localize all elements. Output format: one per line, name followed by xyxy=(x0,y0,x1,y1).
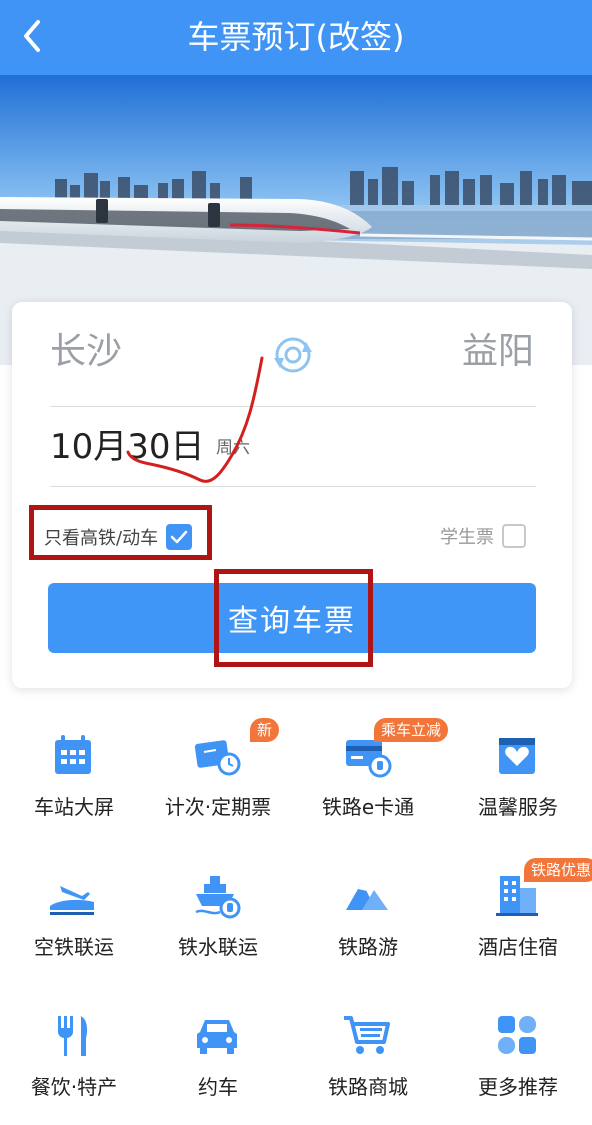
divider xyxy=(50,406,536,407)
service-label: 空铁联运 xyxy=(34,935,114,959)
swap-icon xyxy=(274,337,312,373)
fork-knife-icon xyxy=(58,1016,88,1056)
service-label: 酒店住宿 xyxy=(478,935,558,959)
ticket-clock-icon xyxy=(194,740,241,776)
service-station-screen[interactable]: 车站大屏 xyxy=(0,700,148,830)
more-grid-icon xyxy=(498,1016,536,1054)
service-sea-rail[interactable]: 铁水联运 xyxy=(144,840,292,970)
ship-train-icon xyxy=(195,876,241,919)
red-highlight-box xyxy=(214,569,373,667)
heart-service-icon xyxy=(499,738,535,774)
service-rail-travel[interactable]: 铁路游 xyxy=(294,840,442,970)
red-highlight-box xyxy=(29,505,212,560)
service-label: 更多推荐 xyxy=(478,1075,558,1099)
student-ticket-checkbox[interactable] xyxy=(502,524,526,548)
service-label: 铁路游 xyxy=(338,935,398,959)
service-label: 铁路商城 xyxy=(328,1075,408,1099)
service-rail-mall[interactable]: 铁路商城 xyxy=(294,980,442,1110)
plane-train-icon xyxy=(50,886,94,915)
ride-discount-badge: 乘车立减 xyxy=(374,718,449,742)
service-label: 计次·定期票 xyxy=(164,795,272,819)
car-icon xyxy=(197,1020,237,1054)
service-label: 铁路e卡通 xyxy=(321,795,415,819)
service-hotel[interactable]: 酒店住宿 铁路优惠 xyxy=(444,840,592,970)
shopping-cart-icon xyxy=(344,1016,390,1054)
departure-date[interactable]: 10月30日 xyxy=(50,424,205,470)
new-badge: 新 xyxy=(250,718,280,742)
service-periodic-ticket[interactable]: 计次·定期票 新 xyxy=(144,700,292,830)
service-care[interactable]: 温馨服务 xyxy=(444,700,592,830)
service-car-hailing[interactable]: 约车 xyxy=(144,980,292,1110)
departure-station[interactable]: 长沙 xyxy=(50,328,122,376)
mountain-icon xyxy=(346,882,388,910)
page-title: 车票预订(改签) xyxy=(187,18,405,56)
service-rail-ecard[interactable]: 铁路e卡通 乘车立减 xyxy=(294,700,449,830)
swap-stations-button[interactable] xyxy=(270,332,316,378)
arrival-station[interactable]: 益阳 xyxy=(462,328,534,376)
service-food[interactable]: 餐饮·特产 xyxy=(0,980,148,1110)
services-grid: 车站大屏 计次·定期票 新 铁路e卡通 乘车立减 温馨服务 空铁联运 铁水联运 … xyxy=(0,700,592,1125)
service-label: 铁水联运 xyxy=(178,935,258,959)
service-air-rail[interactable]: 空铁联运 xyxy=(0,840,148,970)
calendar-grid-icon xyxy=(55,735,91,774)
service-label: 约车 xyxy=(198,1075,238,1099)
service-more[interactable]: 更多推荐 xyxy=(444,980,592,1110)
weekday-label: 周六 xyxy=(216,438,250,458)
student-ticket-label: 学生票 xyxy=(440,527,494,548)
rail-discount-badge: 铁路优惠 xyxy=(524,858,592,882)
service-label: 车站大屏 xyxy=(34,795,114,819)
service-label: 温馨服务 xyxy=(478,795,558,819)
app-header: 车票预订(改签) xyxy=(0,0,592,75)
divider xyxy=(50,486,536,487)
service-label: 餐饮·特产 xyxy=(30,1075,118,1099)
student-ticket-option[interactable]: 学生票 xyxy=(440,523,526,549)
